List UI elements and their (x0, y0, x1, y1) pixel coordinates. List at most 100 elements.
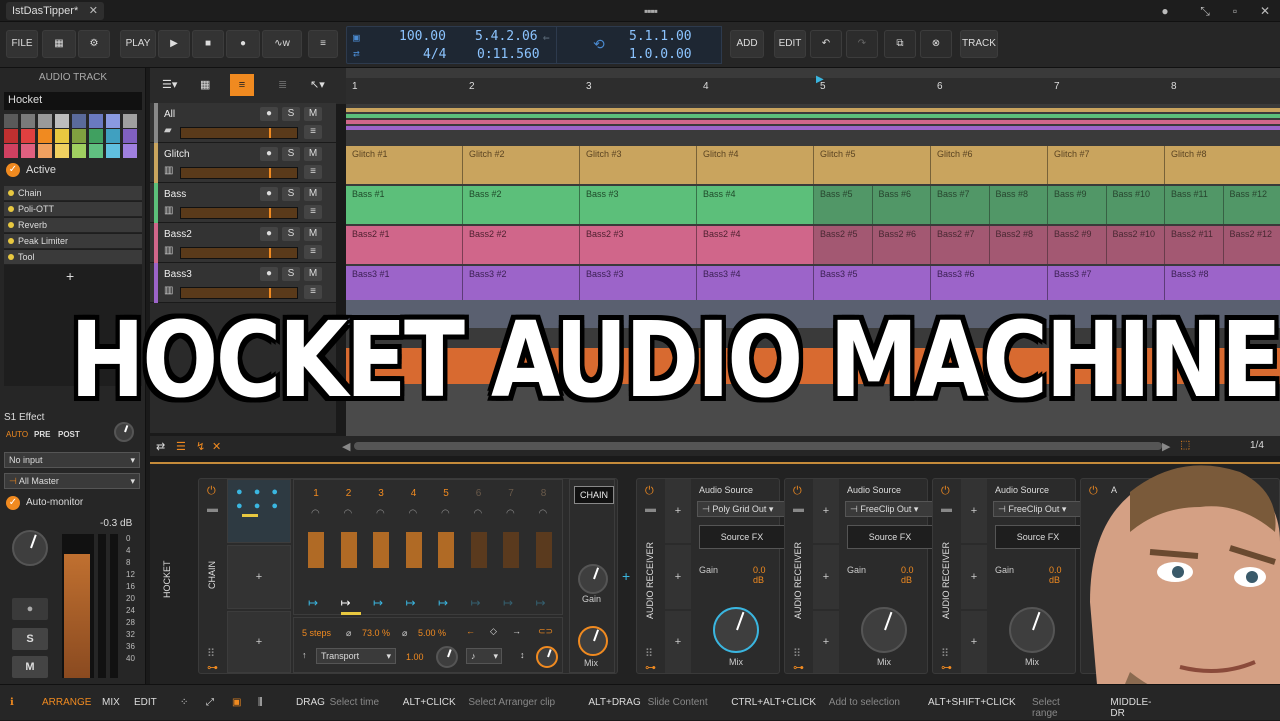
add-fx-slot[interactable]: + (813, 479, 839, 543)
clip[interactable]: Bass2 #8 (990, 226, 1049, 264)
color-swatch[interactable] (72, 144, 86, 158)
track-menu-icon[interactable]: ≡ (304, 205, 322, 219)
grip-icon[interactable]: ⠿ (645, 647, 653, 660)
clip[interactable]: Bass #6 (873, 186, 932, 224)
add-fx-slot[interactable]: + (813, 611, 839, 673)
solo-button[interactable]: S (12, 628, 48, 650)
record-arm-icon[interactable]: ● (260, 267, 278, 281)
track-volume-slider[interactable] (180, 167, 298, 179)
folder-icon[interactable]: ▬ (207, 503, 218, 515)
folder-icon[interactable]: ▬ (645, 503, 656, 515)
undo-icon[interactable]: ↶ (810, 30, 842, 58)
input-select[interactable]: No input▾ (4, 452, 140, 468)
loop-length[interactable]: 1.0.0.00 (629, 47, 692, 62)
color-swatch[interactable] (72, 129, 86, 143)
track-button[interactable]: TRACK (960, 30, 998, 58)
step-velocity-bar[interactable] (471, 532, 487, 568)
clip[interactable]: Glitch #1 (346, 146, 463, 184)
step-velocity-bar[interactable] (536, 532, 552, 568)
record-icon[interactable]: ● (226, 30, 260, 58)
record-arm-icon[interactable]: ● (260, 107, 278, 121)
color-palette[interactable] (4, 114, 142, 158)
device-item[interactable]: Reverb (4, 218, 142, 233)
record-arm-icon[interactable]: ● (12, 598, 48, 620)
pan-knob[interactable] (12, 530, 48, 566)
minimize-window-icon[interactable]: ⤡ (1196, 2, 1214, 20)
add-device-icon[interactable]: + (66, 268, 74, 284)
restore-window-icon[interactable]: ▫ (1226, 2, 1244, 20)
track-header[interactable]: Bass▥●SM≡ (150, 183, 336, 223)
duplicate-icon[interactable]: ⧉ (884, 30, 916, 58)
power-icon[interactable]: ⏻ (645, 485, 654, 498)
mix-knob[interactable] (861, 607, 907, 653)
direction-both-icon[interactable]: ◇ (490, 626, 497, 637)
delete-icon[interactable]: ⊗ (920, 30, 952, 58)
clip[interactable]: Bass #1 (346, 186, 463, 224)
add-fx-slot[interactable]: + (961, 479, 987, 543)
direction-left-icon[interactable]: ← (466, 626, 475, 636)
add-device-icon[interactable]: + (622, 568, 630, 584)
audio-source-select[interactable]: ⊣ FreeClip Out ▾ (845, 501, 935, 517)
clip[interactable]: Bass2 #3 (580, 226, 697, 264)
track-header[interactable]: All▰●SM≡ (150, 103, 336, 143)
time-signature[interactable]: 4/4 (423, 47, 446, 62)
spread-value[interactable]: 5.00 % (418, 628, 446, 638)
clip[interactable]: Bass #3 (580, 186, 697, 224)
clip[interactable]: Glitch #3 (580, 146, 697, 184)
chance-value[interactable]: 73.0 % (362, 628, 390, 638)
power-icon[interactable]: ⏻ (793, 485, 802, 498)
record-arm-icon[interactable]: ● (260, 227, 278, 241)
grid-icon[interactable]: ▦ (42, 30, 76, 58)
clip[interactable]: Bass #4 (697, 186, 814, 224)
swing-knob[interactable] (536, 646, 558, 668)
clip[interactable]: Glitch #5 (814, 146, 931, 184)
clip[interactable]: Bass2 #12 (1224, 226, 1280, 264)
lanes-icon[interactable]: ☰ (176, 440, 186, 453)
color-swatch[interactable] (123, 129, 137, 143)
color-swatch[interactable] (55, 114, 69, 128)
tempo-value[interactable]: 100.00 (399, 29, 446, 44)
node-icon[interactable]: ⁘ (180, 697, 188, 708)
pre-tab[interactable]: PRE (34, 430, 50, 439)
audio-source-select[interactable]: ⊣ Poly Grid Out ▾ (697, 501, 787, 517)
step-velocity-bar[interactable] (406, 532, 422, 568)
clip[interactable]: Bass #8 (990, 186, 1049, 224)
solo-button[interactable]: S (282, 107, 300, 121)
step-route-icon[interactable]: ↦ (341, 596, 351, 610)
list-menu-icon[interactable]: ☰▾ (162, 78, 177, 91)
clip[interactable]: Bass #12 (1224, 186, 1280, 224)
solo-button[interactable]: S (282, 267, 300, 281)
file-menu-button[interactable]: FILE (6, 30, 38, 58)
color-swatch[interactable] (55, 129, 69, 143)
steps-count[interactable]: 5 steps (302, 628, 331, 638)
record-dot-icon[interactable]: ● (1156, 2, 1174, 20)
step-velocity-bar[interactable] (373, 532, 389, 568)
mute-button[interactable]: M (12, 656, 48, 678)
route-icon[interactable]: ⊶ (645, 661, 656, 674)
track-header[interactable]: Bass2▥●SM≡ (150, 223, 336, 263)
track-name-field[interactable]: Hocket (4, 92, 142, 110)
gain-value[interactable]: 0.0 dB (901, 565, 927, 585)
grip-icon[interactable]: ⠿ (793, 647, 801, 660)
track-volume-slider[interactable] (180, 207, 298, 219)
route-icon[interactable]: ⊶ (941, 661, 952, 674)
close-lanes-icon[interactable]: ✕ (212, 440, 221, 453)
mute-button[interactable]: M (304, 147, 322, 161)
color-swatch[interactable] (21, 114, 35, 128)
color-swatch[interactable] (106, 114, 120, 128)
step-route-icon[interactable]: ↦ (308, 596, 318, 610)
color-swatch[interactable] (106, 129, 120, 143)
play-icon[interactable]: ▶ (158, 30, 190, 58)
add-fx-slot[interactable]: + (961, 545, 987, 609)
clip[interactable]: Bass2 #1 (346, 226, 463, 264)
track-header[interactable]: Glitch▥●SM≡ (150, 143, 336, 183)
mute-button[interactable]: M (304, 107, 322, 121)
scroll-left-icon[interactable]: ◀ (342, 440, 350, 453)
chain-button[interactable]: CHAIN (574, 486, 614, 504)
color-swatch[interactable] (21, 129, 35, 143)
position-time[interactable]: 0:11.560 (477, 47, 540, 62)
note-length-select[interactable]: ♪▾ (466, 648, 502, 664)
color-swatch[interactable] (4, 129, 18, 143)
track-volume-slider[interactable] (180, 127, 298, 139)
step-velocity-bar[interactable] (503, 532, 519, 568)
